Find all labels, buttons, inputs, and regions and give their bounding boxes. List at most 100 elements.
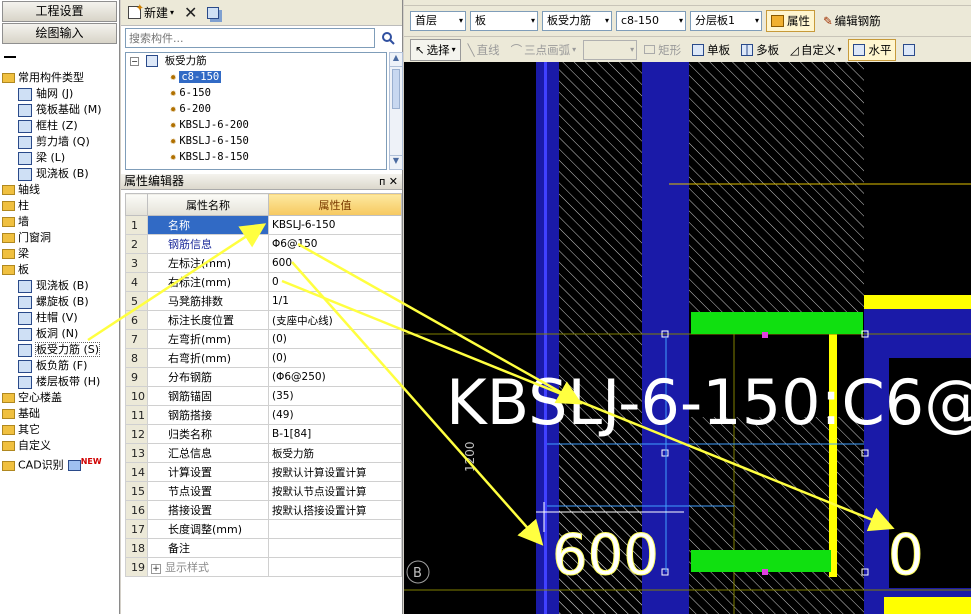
nav-folder[interactable]: CAD识别 NEW [0,454,119,472]
property-value[interactable]: 板受力筋 [268,443,402,463]
property-row[interactable]: 9 分布钢筋 (Φ6@250) [125,367,402,387]
search-button[interactable] [377,28,399,48]
property-row[interactable]: 1 名称 KBSLJ-6-150 [125,215,402,235]
panel-pin-close-buttons[interactable]: ᴨ ✕ [379,174,398,189]
rectangle-tool-button[interactable]: 矩形 [640,39,685,61]
component-item[interactable]: ✹ c8-150 [126,69,386,85]
right-dimension-text[interactable]: 0 [888,523,925,589]
project-settings-button[interactable]: 工程设置 [2,1,117,22]
component-select[interactable]: c8-150 ▾ [616,11,686,31]
component-item[interactable]: ✹ KBSLJ-8-150 [126,149,386,165]
horizontal-button[interactable]: 水平 [848,38,897,61]
arc-mode-select[interactable]: ▾ [583,39,638,60]
support-top[interactable] [691,312,863,334]
nav-item[interactable]: 梁 (L) [0,150,119,166]
new-component-button[interactable]: ✦ 新建 ▾ [125,3,177,23]
property-row[interactable]: 11 钢筋搭接 (49) [125,405,402,425]
nav-folder[interactable]: 梁 [0,246,119,262]
nav-folder[interactable]: 自定义 [0,438,119,454]
layer-select[interactable]: 分层板1 ▾ [690,11,762,31]
property-value[interactable]: 按默认搭接设置计算 [268,500,402,520]
property-value[interactable]: 按默认节点设置计算 [268,481,402,501]
property-value[interactable]: (35) [268,386,402,406]
nav-item[interactable]: 现浇板 (B) [0,166,119,182]
nav-folder[interactable]: 其它 [0,422,119,438]
property-value[interactable]: (支座中心线) [268,310,402,330]
nav-folder[interactable]: 空心楼盖 [0,390,119,406]
property-row[interactable]: 2 钢筋信息 Φ6@150 [125,234,402,254]
custom-tool-button[interactable]: ◿ 自定义 ▾ [786,39,845,61]
nav-folder[interactable]: 基础 [0,406,119,422]
nav-folder[interactable]: 常用构件类型 [0,70,119,86]
nav-item[interactable]: 板洞 (N) [0,326,119,342]
property-row[interactable]: 19 + 显示样式 [125,557,402,577]
component-list-scrollbar[interactable]: ▲ ▼ [389,52,403,170]
property-row[interactable]: 14 计算设置 按默认计算设置计算 [125,462,402,482]
beam-top-right[interactable] [864,295,971,309]
line-tool-button[interactable]: ╲ 直线 [464,39,504,61]
nav-item[interactable]: 剪力墙 (Q) [0,134,119,150]
nav-folder[interactable]: 柱 [0,198,119,214]
attributes-button[interactable]: 属性 [766,10,815,32]
arc-tool-button[interactable]: ⌒ 三点画弧 ▾ [507,39,581,61]
component-item[interactable]: ✹ 6-200 [126,101,386,117]
drawing-canvas[interactable]: KBSLJ-6-150:C6@ 600 0 1200 B [404,62,971,614]
property-row[interactable]: 7 左弯折(mm) (0) [125,329,402,349]
nav-item[interactable]: 现浇板 (B) [0,278,119,294]
rebar-label-text[interactable]: KBSLJ-6-150:C6@ [446,366,971,439]
slab-hatch-top[interactable] [689,62,864,312]
support-bottom[interactable] [691,550,831,572]
property-row[interactable]: 12 归类名称 B-1[84] [125,424,402,444]
left-dimension-text[interactable]: 600 [552,523,660,589]
copy-button[interactable] [204,3,222,23]
nav-item[interactable]: 轴网 (J) [0,86,119,102]
property-row[interactable]: 5 马凳筋排数 1/1 [125,291,402,311]
property-row[interactable]: 18 备注 [125,538,402,558]
property-value[interactable]: (49) [268,405,402,425]
property-row[interactable]: 6 标注长度位置 (支座中心线) [125,310,402,330]
nav-folder[interactable]: 轴线 [0,182,119,198]
nav-folder[interactable]: 门窗洞 [0,230,119,246]
property-value[interactable] [268,557,402,577]
canvas-drawing[interactable]: KBSLJ-6-150:C6@ 600 0 1200 B [404,62,971,614]
property-row[interactable]: 10 钢筋锚固 (35) [125,386,402,406]
property-row[interactable]: 3 左标注(mm) 600 [125,253,402,273]
nav-item[interactable]: 框柱 (Z) [0,118,119,134]
component-root[interactable]: − 板受力筋 [126,53,386,69]
property-value[interactable]: 1/1 [268,291,402,311]
nav-item[interactable]: 螺旋板 (B) [0,294,119,310]
edit-rebar-button[interactable]: ✎ 编辑钢筋 [819,10,885,32]
property-value[interactable]: 0 [268,272,402,292]
property-value[interactable]: Φ6@150 [268,234,402,254]
nav-item[interactable]: 板负筋 (F) [0,358,119,374]
property-value[interactable]: 按默认计算设置计算 [268,462,402,482]
delete-button[interactable]: ✕ [181,3,200,23]
multi-slab-button[interactable]: 多板 [737,39,783,61]
property-value[interactable]: KBSLJ-6-150 [268,215,402,235]
component-item[interactable]: ✹ KBSLJ-6-200 [126,117,386,133]
drawing-input-button[interactable]: 绘图输入 [2,23,117,44]
nav-item[interactable]: 楼层板带 (H) [0,374,119,390]
expand-icon[interactable]: + [151,564,161,574]
vertical-button[interactable] [899,39,922,61]
component-item[interactable]: ✹ KBSLJ-6-150 [126,133,386,149]
type-select[interactable]: 板受力筋 ▾ [542,11,612,31]
nav-folder[interactable]: 板 [0,262,119,278]
property-value[interactable]: (Φ6@250) [268,367,402,387]
property-value[interactable]: B-1[84] [268,424,402,444]
category-select[interactable]: 板 ▾ [470,11,538,31]
nav-item[interactable]: 柱帽 (V) [0,310,119,326]
beam-bottom-right[interactable] [884,597,971,614]
nav-item[interactable]: 筏板基础 (M) [0,102,119,118]
property-row[interactable]: 4 右标注(mm) 0 [125,272,402,292]
property-value[interactable]: (0) [268,329,402,349]
nav-item[interactable]: 板受力筋 (S) [0,342,119,358]
component-search-input[interactable] [125,28,375,48]
property-value[interactable]: (0) [268,348,402,368]
collapse-icon[interactable] [4,52,18,62]
property-row[interactable]: 17 长度调整(mm) [125,519,402,539]
nav-folder[interactable]: 墙 [0,214,119,230]
property-row[interactable]: 8 右弯折(mm) (0) [125,348,402,368]
property-value[interactable]: 600 [268,253,402,273]
component-item[interactable]: ✹ 6-150 [126,85,386,101]
